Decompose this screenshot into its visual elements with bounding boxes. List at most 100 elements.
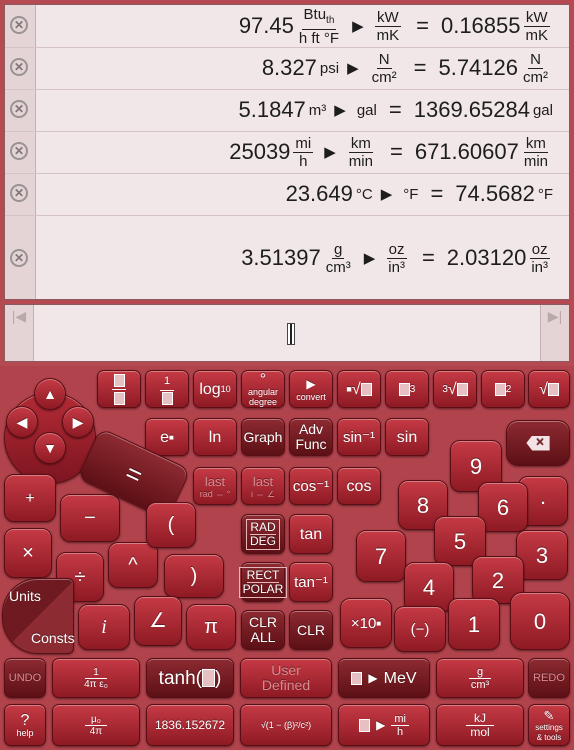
from-unit: Btuth h ft °F bbox=[298, 5, 340, 47]
log10-button[interactable]: log 10 bbox=[193, 370, 237, 408]
arrow-right-button[interactable]: ▶ bbox=[62, 406, 94, 438]
input-value: 3.51397 bbox=[241, 245, 321, 270]
wrench-icon: ✎ bbox=[543, 707, 555, 723]
tan-button[interactable]: tan bbox=[289, 514, 333, 554]
result-unit: oz in³ bbox=[529, 240, 550, 276]
digit-7-button[interactable]: 7 bbox=[356, 530, 406, 582]
graph-button[interactable]: Graph bbox=[241, 418, 285, 456]
delete-row-icon[interactable]: ✕ bbox=[10, 58, 28, 76]
kj-per-mol-button[interactable]: kJ mol bbox=[436, 704, 524, 746]
to-unit: °F bbox=[403, 185, 419, 203]
history-row[interactable]: ✕ 5.1847 m³ ▶ gal = 1369.65284 gal bbox=[5, 89, 569, 132]
cursor-start-button[interactable]: |◀ bbox=[5, 305, 34, 361]
g-per-cm3-button[interactable]: g cm³ bbox=[436, 658, 524, 698]
to-mi-per-h-button[interactable]: ▶ mi h bbox=[338, 704, 430, 746]
angular-degree-button[interactable]: ° angular degree bbox=[241, 370, 285, 408]
arrow-down-button[interactable]: ▼ bbox=[34, 432, 66, 464]
ln-button[interactable]: ln bbox=[193, 418, 237, 456]
from-unit: g cm³ bbox=[325, 240, 351, 276]
delete-row-icon[interactable]: ✕ bbox=[10, 184, 28, 202]
undo-button[interactable]: UNDO bbox=[4, 658, 46, 698]
coulomb-constant-button[interactable]: 1 4π ε₀ bbox=[52, 658, 140, 698]
reciprocal-button[interactable]: 1 bbox=[145, 370, 189, 408]
delete-row-icon[interactable]: ✕ bbox=[10, 16, 28, 34]
history-row[interactable]: ✕ 25039 mi h ▶ km min = 671.60607 km min bbox=[5, 131, 569, 174]
convert-button[interactable]: ▶ convert bbox=[289, 370, 333, 408]
history-row[interactable]: ✕ 97.45 Btuth h ft °F ▶ kW mK = 0.16855 kW… bbox=[5, 5, 569, 48]
arcsin-button[interactable]: sin⁻¹ bbox=[337, 418, 381, 456]
result-unit: °F bbox=[537, 185, 553, 203]
tanh-button[interactable]: tanh() bbox=[146, 658, 234, 698]
to-mev-button[interactable]: ▶ MeV bbox=[338, 658, 430, 698]
history-expression: 3.51397 g cm³ ▶ oz in³ = 2.03120 oz in³ bbox=[241, 240, 550, 276]
pi-button[interactable]: π bbox=[186, 604, 236, 650]
convert-arrow-icon: ▶ bbox=[324, 144, 336, 161]
mu0-constant-button[interactable]: μ₀ 4π bbox=[52, 704, 140, 746]
redo-button[interactable]: REDO bbox=[528, 658, 570, 698]
backspace-icon: ✕ bbox=[526, 435, 550, 451]
digit-4-button[interactable]: 4 bbox=[404, 562, 454, 612]
delete-row-icon[interactable]: ✕ bbox=[10, 249, 28, 267]
nth-root-button[interactable]: ■ √ bbox=[337, 370, 381, 408]
entry-line[interactable]: |◀ ▶| bbox=[4, 304, 570, 362]
consts-label[interactable]: Consts bbox=[31, 631, 75, 646]
arctan-button[interactable]: tan⁻¹ bbox=[289, 562, 333, 602]
angle-button[interactable]: ∠ bbox=[134, 596, 182, 646]
input-value: 5.1847 bbox=[238, 97, 306, 122]
convert-arrow-icon: ▶ bbox=[352, 18, 364, 35]
result-unit: gal bbox=[532, 101, 553, 119]
digit-1-button[interactable]: 1 bbox=[448, 598, 500, 650]
exp-button[interactable]: e ■ bbox=[145, 418, 189, 456]
lorentz-factor-button[interactable]: √(1 − (β)²/c²) bbox=[240, 704, 332, 746]
imaginary-button[interactable]: i bbox=[78, 604, 130, 650]
digit-0-button[interactable]: 0 bbox=[510, 592, 570, 650]
negate-button[interactable]: (−) bbox=[394, 606, 446, 652]
units-label[interactable]: Units bbox=[9, 589, 41, 604]
history-row[interactable]: ✕ 3.51397 g cm³ ▶ oz in³ = 2.03120 oz in³ bbox=[5, 215, 569, 299]
history-expression: 25039 mi h ▶ km min = 671.60607 km min bbox=[229, 134, 548, 170]
result-unit: kW mK bbox=[523, 8, 550, 44]
delete-row-icon[interactable]: ✕ bbox=[10, 100, 28, 118]
last-i-angle-button[interactable]: last i ⇔ ∠ bbox=[241, 467, 285, 505]
cursor-end-button[interactable]: ▶| bbox=[540, 305, 569, 361]
fraction-template-button[interactable] bbox=[97, 370, 141, 408]
to-unit: kW mK bbox=[375, 8, 401, 44]
rect-polar-toggle[interactable]: RECT POLAR bbox=[238, 562, 288, 602]
rad-deg-toggle[interactable]: RAD DEG bbox=[241, 514, 285, 554]
times-button[interactable]: × bbox=[4, 528, 52, 578]
square-root-button[interactable]: √ bbox=[528, 370, 570, 408]
help-icon: ? bbox=[20, 711, 30, 729]
cube-root-button[interactable]: 3 √ bbox=[433, 370, 477, 408]
arrow-up-button[interactable]: ▲ bbox=[34, 378, 66, 410]
last-rad-deg-button[interactable]: last rad ⇔ ° bbox=[193, 467, 237, 505]
times-ten-power-button[interactable]: ×10 ■ bbox=[340, 598, 392, 648]
convert-arrow-icon: ▶ bbox=[363, 250, 376, 267]
history-row[interactable]: ✕ 8.327 psi ▶ Ncm² = 5.74126 Ncm² bbox=[5, 47, 569, 90]
arccos-button[interactable]: cos⁻¹ bbox=[289, 467, 333, 505]
to-unit: Ncm² bbox=[371, 50, 397, 86]
adv-func-button[interactable]: Adv Func bbox=[289, 418, 333, 456]
backspace-button[interactable]: ✕ bbox=[506, 420, 570, 466]
minus-button[interactable]: − bbox=[60, 494, 120, 542]
cos-button[interactable]: cos bbox=[337, 467, 381, 505]
sin-button[interactable]: sin bbox=[385, 418, 429, 456]
history-row[interactable]: ✕ 23.649 °C ▶ °F = 74.5682 °F bbox=[5, 173, 569, 216]
convert-arrow-icon: ▶ bbox=[334, 102, 346, 119]
clear-button[interactable]: CLR bbox=[289, 610, 333, 650]
result-value: 671.60607 bbox=[414, 139, 519, 164]
settings-tools-button[interactable]: ✎ settings & tools bbox=[528, 704, 570, 746]
proton-electron-mass-ratio-button[interactable]: 1836.152672 bbox=[146, 704, 234, 746]
close-paren-button[interactable]: ) bbox=[164, 554, 224, 598]
delete-row-icon[interactable]: ✕ bbox=[10, 142, 28, 160]
units-consts-key[interactable]: Units Consts bbox=[2, 578, 75, 654]
clear-all-button[interactable]: CLR ALL bbox=[241, 610, 285, 650]
caret-button[interactable]: ^ bbox=[108, 542, 158, 588]
cube-button[interactable]: 3 bbox=[385, 370, 429, 408]
help-button[interactable]: ? help bbox=[4, 704, 46, 746]
plus-button[interactable]: + bbox=[4, 474, 56, 522]
open-paren-button[interactable]: ( bbox=[146, 502, 196, 548]
arrow-left-button[interactable]: ◀ bbox=[6, 406, 38, 438]
result-unit: km min bbox=[523, 134, 548, 170]
user-defined-button[interactable]: User Defined bbox=[240, 658, 332, 698]
square-button[interactable]: 2 bbox=[481, 370, 525, 408]
